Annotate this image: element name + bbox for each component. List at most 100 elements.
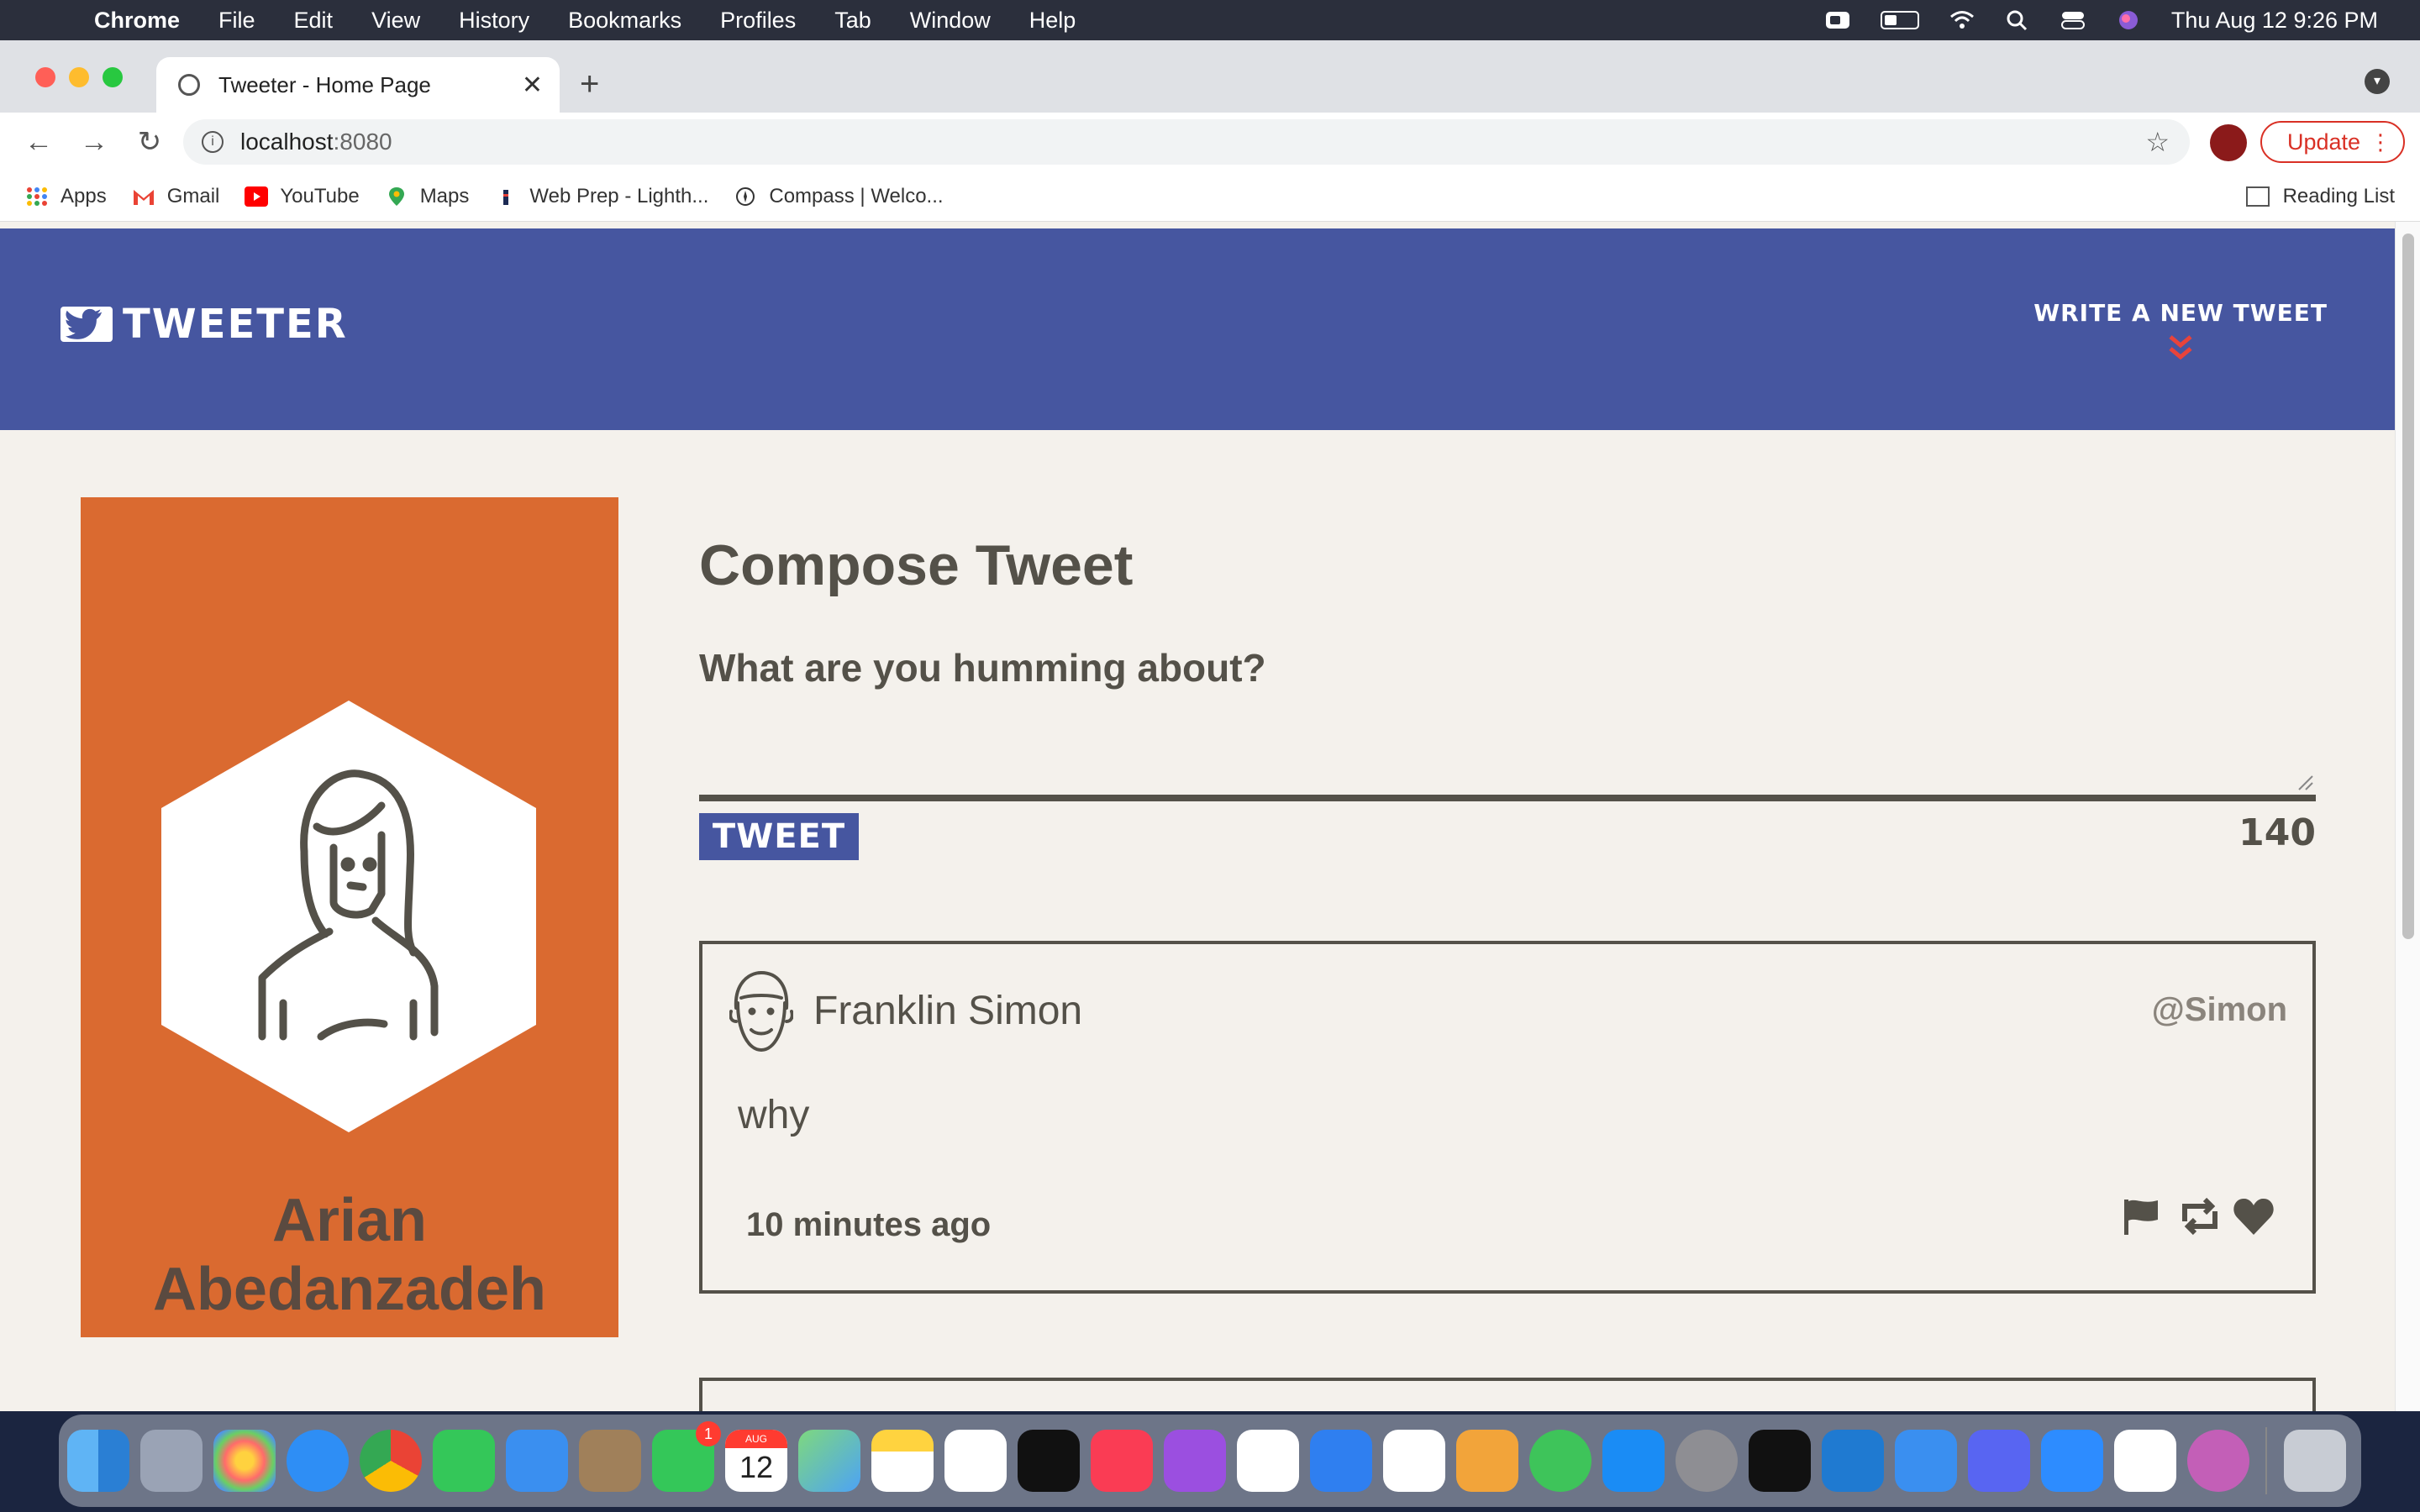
new-tab-button[interactable]: + — [580, 66, 599, 103]
reminders-icon[interactable] — [944, 1430, 1007, 1492]
system-preferences-icon[interactable] — [1676, 1430, 1738, 1492]
menu-tab[interactable]: Tab — [834, 8, 871, 34]
scrollbar-thumb[interactable] — [2402, 234, 2414, 939]
desktop-background: 1 AUG 12 — [0, 1411, 2420, 1512]
flag-icon[interactable] — [2121, 1196, 2161, 1236]
compass-icon — [734, 186, 757, 207]
write-new-tweet-toggle[interactable]: WRITE A NEW TWEET — [2033, 299, 2328, 365]
menu-view[interactable]: View — [371, 8, 420, 34]
discord-icon[interactable] — [1968, 1430, 2030, 1492]
bookmark-label: Compass | Welco... — [769, 184, 944, 207]
facetime-icon[interactable]: 1 — [652, 1421, 721, 1492]
launchpad-icon[interactable] — [140, 1430, 203, 1492]
control-center-icon[interactable] — [2060, 9, 2086, 31]
close-tab-icon[interactable]: ✕ — [522, 71, 543, 100]
trash-icon[interactable] — [2284, 1430, 2346, 1492]
tab-strip: Tweeter - Home Page ✕ + ▾ — [0, 40, 2420, 113]
safari-icon[interactable] — [287, 1430, 349, 1492]
podcasts-icon[interactable] — [1164, 1430, 1226, 1492]
zoom-icon[interactable] — [2041, 1430, 2103, 1492]
menu-bookmarks[interactable]: Bookmarks — [568, 8, 681, 34]
spotlight-search-icon[interactable] — [2005, 9, 2030, 31]
video-camera-icon[interactable] — [1825, 9, 1850, 31]
heart-icon[interactable] — [2232, 1196, 2274, 1236]
xcode-icon[interactable] — [1895, 1430, 1957, 1492]
tab-tweeter-home[interactable]: Tweeter - Home Page ✕ — [156, 57, 560, 113]
reload-button[interactable]: ↻ — [133, 125, 166, 159]
apple-tv-icon[interactable] — [1018, 1430, 1080, 1492]
back-button[interactable]: ← — [22, 126, 55, 159]
chrome-icon[interactable] — [360, 1430, 422, 1492]
menu-history[interactable]: History — [459, 8, 529, 34]
bookmark-maps[interactable]: Maps — [385, 185, 469, 208]
compose-tweet-section: Compose Tweet What are you humming about… — [699, 533, 2316, 860]
browser-toolbar: ← → ↻ i localhost:8080 ☆ Update ⋮ — [0, 113, 2420, 171]
menu-window[interactable]: Window — [910, 8, 991, 34]
bookmark-label: Gmail — [166, 184, 220, 207]
close-window-button[interactable] — [35, 67, 55, 87]
menu-help[interactable]: Help — [1029, 8, 1076, 34]
url-host: localhost — [240, 129, 334, 155]
double-chevron-down-icon[interactable] — [2033, 333, 2328, 365]
apps-grid-icon — [25, 186, 49, 207]
numbers-icon[interactable] — [1383, 1430, 1445, 1492]
brand-logo[interactable]: TWEETER — [60, 301, 348, 348]
forward-button[interactable]: → — [77, 126, 111, 159]
news-icon[interactable] — [1237, 1430, 1299, 1492]
messages-icon[interactable] — [433, 1430, 495, 1492]
page-scrollbar[interactable] — [2395, 222, 2420, 1411]
menu-app-name[interactable]: Chrome — [94, 8, 180, 34]
reading-list-button[interactable]: Reading List — [2245, 185, 2395, 208]
bookmark-youtube[interactable]: YouTube — [245, 184, 360, 208]
update-button[interactable]: Update ⋮ — [2260, 121, 2405, 163]
finder-icon[interactable] — [67, 1430, 129, 1492]
minimize-window-button[interactable] — [69, 67, 89, 87]
bookmark-gmail[interactable]: Gmail — [132, 184, 220, 208]
app-store-icon[interactable] — [1602, 1430, 1665, 1492]
update-label: Update — [2287, 129, 2361, 155]
tweet-actions — [2121, 1196, 2274, 1236]
bookmark-label: YouTube — [280, 184, 360, 207]
tab-search-chevron-icon[interactable]: ▾ — [2365, 69, 2390, 94]
bookmark-compass[interactable]: Compass | Welco... — [734, 184, 944, 208]
notification-badge: 1 — [696, 1421, 721, 1446]
clock[interactable]: Thu Aug 12 9:26 PM — [2171, 8, 2378, 34]
bookmark-star-icon[interactable]: ☆ — [2145, 126, 2170, 158]
wifi-icon[interactable] — [1949, 9, 1975, 31]
terminal-icon[interactable] — [1749, 1430, 1811, 1492]
keynote-icon[interactable] — [1310, 1430, 1372, 1492]
mail-icon[interactable] — [506, 1430, 568, 1492]
music-icon[interactable] — [1091, 1430, 1153, 1492]
menu-profiles[interactable]: Profiles — [720, 8, 796, 34]
address-bar[interactable]: i localhost:8080 ☆ — [183, 119, 2190, 165]
brand-name: TWEETER — [123, 301, 348, 348]
tweet-textarea[interactable] — [699, 795, 2316, 801]
tweet-author-avatar — [729, 969, 794, 1053]
retweet-icon[interactable] — [2176, 1196, 2217, 1236]
zoom-window-button[interactable] — [103, 67, 123, 87]
bookmark-apps[interactable]: Apps — [25, 185, 107, 208]
battery-icon[interactable] — [1880, 11, 1919, 29]
more-menu-icon[interactable]: ⋮ — [2370, 129, 2391, 155]
calendar-icon[interactable]: AUG 12 — [725, 1430, 787, 1492]
tweet-submit-button[interactable]: TWEET — [699, 813, 859, 860]
tweet-author-handle: @Simon — [2151, 991, 2287, 1028]
octopus-app-icon[interactable] — [2187, 1430, 2249, 1492]
contacts-icon[interactable] — [579, 1430, 641, 1492]
bookmark-web-prep[interactable]: Web Prep - Lighth... — [494, 185, 708, 208]
textarea-resize-handle-icon[interactable] — [2296, 773, 2314, 791]
site-info-icon[interactable]: i — [202, 131, 224, 153]
gmail-icon — [132, 186, 155, 207]
notes-icon[interactable] — [871, 1430, 934, 1492]
menu-edit[interactable]: Edit — [294, 8, 334, 34]
menu-file[interactable]: File — [218, 8, 255, 34]
maps-app-icon[interactable] — [798, 1430, 860, 1492]
profile-name: Arian Abedanzadeh — [152, 1187, 547, 1323]
pages-icon[interactable] — [1456, 1430, 1518, 1492]
siri-icon[interactable] — [2116, 9, 2141, 31]
find-my-icon[interactable] — [1529, 1430, 1591, 1492]
photos-icon[interactable] — [213, 1430, 276, 1492]
slack-icon[interactable] — [2114, 1430, 2176, 1492]
profile-avatar[interactable] — [2210, 124, 2247, 161]
vscode-icon[interactable] — [1822, 1430, 1884, 1492]
